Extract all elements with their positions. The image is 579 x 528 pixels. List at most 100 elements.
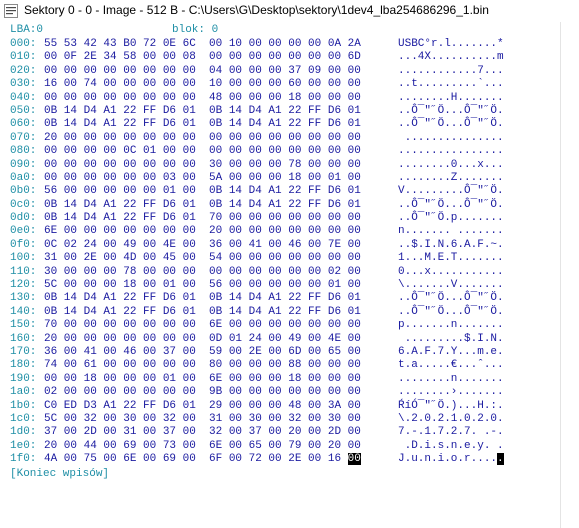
row-hex-bytes[interactable]: 31 00 2E 00 4D 00 45 00 54 00 00 00 00 0… xyxy=(44,252,361,265)
ascii-text[interactable]: ........n....... xyxy=(398,373,504,385)
row-hex-bytes[interactable]: 6E 00 00 00 00 00 00 00 20 00 00 00 00 0… xyxy=(44,225,361,238)
hex-bytes-text[interactable]: 16 00 74 00 00 00 00 00 10 00 00 00 60 0… xyxy=(44,78,361,90)
row-ascii[interactable]: ........H....... xyxy=(398,92,504,105)
hex-bytes-text[interactable]: 37 00 2D 00 31 00 37 00 32 00 37 00 20 0… xyxy=(44,426,361,438)
ascii-text[interactable]: n....... ....... xyxy=(398,225,504,237)
ascii-text[interactable]: ............... xyxy=(398,132,504,144)
ascii-text[interactable]: ............7... xyxy=(398,65,504,77)
row-hex-bytes[interactable]: 20 00 00 00 00 00 00 00 00 00 00 00 00 0… xyxy=(44,132,361,145)
row-hex-bytes[interactable]: 30 00 00 00 78 00 00 00 00 00 00 00 00 0… xyxy=(44,266,361,279)
hex-bytes-text[interactable]: 55 53 42 43 B0 72 0E 6C 00 10 00 00 00 0… xyxy=(44,38,361,50)
hex-bytes-text[interactable]: 20 00 00 00 00 00 00 00 0D 01 24 00 49 0… xyxy=(44,333,361,345)
ascii-text[interactable]: ..Ô¯"˝Ö.p....... xyxy=(398,212,504,224)
ascii-text[interactable]: .D.i.s.n.e.y. . xyxy=(398,440,504,452)
row-ascii[interactable]: ..Ô¯"˝Ö...Ô¯"˝Ö. xyxy=(398,292,504,305)
hex-bytes-text[interactable]: 0B 14 D4 A1 22 FF D6 01 0B 14 D4 A1 22 F… xyxy=(44,306,361,318)
ascii-text[interactable]: ..Ô¯"˝Ö...Ô¯"˝Ö. xyxy=(398,105,504,117)
ascii-text[interactable]: ŔíÓ¯"˝Ö.)...H.:. xyxy=(398,400,504,412)
ascii-text[interactable]: ........H....... xyxy=(398,92,504,104)
row-ascii[interactable]: ........Z....... xyxy=(398,172,504,185)
hex-bytes-text[interactable]: 70 00 00 00 00 00 00 00 6E 00 00 00 00 0… xyxy=(44,319,361,331)
hex-bytes-text[interactable]: 36 00 41 00 46 00 37 00 59 00 2E 00 6D 0… xyxy=(44,346,361,358)
ascii-text[interactable]: ..Ô¯"˝Ö...Ô¯"˝Ö. xyxy=(398,118,504,130)
row-ascii[interactable]: .D.i.s.n.e.y. . xyxy=(398,440,504,453)
row-ascii[interactable]: ..Ô¯"˝Ö...Ô¯"˝Ö. xyxy=(398,306,504,319)
hex-bytes-text[interactable]: 20 00 00 00 00 00 00 00 00 00 00 00 00 0… xyxy=(44,132,361,144)
hex-bytes-text[interactable]: 00 00 18 00 00 00 01 00 6E 00 00 00 18 0… xyxy=(44,373,361,385)
hex-bytes-text[interactable]: 0B 14 D4 A1 22 FF D6 01 70 00 00 00 00 0… xyxy=(44,212,361,224)
selected-ascii-char[interactable]: . xyxy=(497,453,504,466)
ascii-text[interactable]: .........$.I.N. xyxy=(398,333,504,345)
ascii-text[interactable]: ..$.I.N.6.A.F.~. xyxy=(398,239,504,251)
hex-bytes-text[interactable]: 02 00 00 00 00 00 00 00 9B 00 00 00 00 0… xyxy=(44,386,361,398)
ascii-text[interactable]: ........0...x... xyxy=(398,159,504,171)
hex-viewer[interactable]: LBA:0 blok: 0 000: 55 53 42 43 B0 72 0E 6… xyxy=(0,22,579,528)
ascii-text[interactable]: USBC°r.l.......* xyxy=(398,38,504,50)
hex-bytes-text[interactable]: 00 00 00 00 00 00 00 00 04 00 00 00 37 0… xyxy=(44,65,361,77)
row-hex-bytes[interactable]: 4A 00 75 00 6E 00 69 00 6F 00 72 00 2E 0… xyxy=(44,453,361,466)
row-hex-bytes[interactable]: 56 00 00 00 00 00 01 00 0B 14 D4 A1 22 F… xyxy=(44,185,361,198)
hex-bytes-text[interactable]: 31 00 2E 00 4D 00 45 00 54 00 00 00 00 0… xyxy=(44,252,361,264)
row-ascii[interactable]: ............7... xyxy=(398,65,504,78)
hex-bytes-text[interactable]: 56 00 00 00 00 00 01 00 0B 14 D4 A1 22 F… xyxy=(44,185,361,197)
hex-bytes-text[interactable]: 5C 00 00 00 18 00 01 00 56 00 00 00 00 0… xyxy=(44,279,361,291)
ascii-text[interactable]: ..Ô¯"˝Ö...Ô¯"˝Ö. xyxy=(398,292,504,304)
row-ascii[interactable]: ............... xyxy=(398,132,504,145)
row-hex-bytes[interactable]: 55 53 42 43 B0 72 0E 6C 00 10 00 00 00 0… xyxy=(44,38,361,51)
row-ascii[interactable]: J.u.n.i.o.r..... xyxy=(398,453,504,466)
row-ascii[interactable]: ..t.........`... xyxy=(398,78,504,91)
selected-hex-byte[interactable]: 00 xyxy=(347,453,361,466)
row-ascii[interactable]: .........$.I.N. xyxy=(398,333,504,346)
row-hex-bytes[interactable]: 70 00 00 00 00 00 00 00 6E 00 00 00 00 0… xyxy=(44,319,361,332)
hex-bytes-text[interactable]: 0B 14 D4 A1 22 FF D6 01 0B 14 D4 A1 22 F… xyxy=(44,292,361,304)
ascii-text[interactable]: J.u.n.i.o.r.... xyxy=(398,453,497,465)
row-hex-bytes[interactable]: 0B 14 D4 A1 22 FF D6 01 70 00 00 00 00 0… xyxy=(44,212,361,225)
row-hex-bytes[interactable]: 37 00 2D 00 31 00 37 00 32 00 37 00 20 0… xyxy=(44,426,361,439)
row-ascii[interactable]: n....... ....... xyxy=(398,225,504,238)
hex-bytes-text[interactable]: 5C 00 32 00 30 00 32 00 31 00 30 00 32 0… xyxy=(44,413,361,425)
row-ascii[interactable]: 0...x........... xyxy=(398,266,504,279)
hex-bytes-text[interactable]: 0B 14 D4 A1 22 FF D6 01 0B 14 D4 A1 22 F… xyxy=(44,118,361,130)
row-ascii[interactable]: t.a.....€...ˆ... xyxy=(398,359,504,372)
hex-bytes-text[interactable]: 00 00 00 00 00 00 03 00 5A 00 00 00 18 0… xyxy=(44,172,361,184)
row-ascii[interactable]: ..Ô¯"˝Ö...Ô¯"˝Ö. xyxy=(398,118,504,131)
row-ascii[interactable]: ..Ô¯"˝Ö...Ô¯"˝Ö. xyxy=(398,105,504,118)
row-hex-bytes[interactable]: 00 00 00 00 00 00 00 00 04 00 00 00 37 0… xyxy=(44,65,361,78)
row-ascii[interactable]: ..Ô¯"˝Ö...Ô¯"˝Ö. xyxy=(398,199,504,212)
row-hex-bytes[interactable]: 20 00 00 00 00 00 00 00 0D 01 24 00 49 0… xyxy=(44,333,361,346)
row-ascii[interactable]: V.........Ô¯"˝Ö. xyxy=(398,185,504,198)
row-hex-bytes[interactable]: 02 00 00 00 00 00 00 00 9B 00 00 00 00 0… xyxy=(44,386,361,399)
hex-bytes-text[interactable]: 4A 00 75 00 6E 00 69 00 6F 00 72 00 2E 0… xyxy=(44,453,348,465)
ascii-text[interactable]: p.......n....... xyxy=(398,319,504,331)
ascii-text[interactable]: ........›....... xyxy=(398,386,504,398)
row-hex-bytes[interactable]: 16 00 74 00 00 00 00 00 10 00 00 00 60 0… xyxy=(44,78,361,91)
hex-bytes-text[interactable]: 00 00 00 00 00 00 00 00 48 00 00 00 18 0… xyxy=(44,92,361,104)
hex-bytes-text[interactable]: 20 00 44 00 69 00 73 00 6E 00 65 00 79 0… xyxy=(44,440,361,452)
ascii-text[interactable]: ..Ô¯"˝Ö...Ô¯"˝Ö. xyxy=(398,306,504,318)
ascii-text[interactable]: \.2.0.2.1.0.2.0. xyxy=(398,413,504,425)
row-ascii[interactable]: ........n....... xyxy=(398,373,504,386)
ascii-text[interactable]: V.........Ô¯"˝Ö. xyxy=(398,185,504,197)
hex-bytes-text[interactable]: 0C 02 24 00 49 00 4E 00 36 00 41 00 46 0… xyxy=(44,239,361,251)
hex-bytes-text[interactable]: 00 0F 2E 34 58 00 00 08 00 00 00 00 00 0… xyxy=(44,51,361,63)
ascii-text[interactable]: 1...M.E.T....... xyxy=(398,252,504,264)
ascii-text[interactable]: t.a.....€...ˆ... xyxy=(398,359,504,371)
row-ascii[interactable]: \.2.0.2.1.0.2.0. xyxy=(398,413,504,426)
row-hex-bytes[interactable]: 0B 14 D4 A1 22 FF D6 01 0B 14 D4 A1 22 F… xyxy=(44,118,361,131)
row-hex-bytes[interactable]: 00 00 00 00 00 00 00 00 30 00 00 00 78 0… xyxy=(44,159,361,172)
row-hex-bytes[interactable]: 0B 14 D4 A1 22 FF D6 01 0B 14 D4 A1 22 F… xyxy=(44,199,361,212)
ascii-text[interactable]: ........Z....... xyxy=(398,172,504,184)
hex-bytes-text[interactable]: 0B 14 D4 A1 22 FF D6 01 0B 14 D4 A1 22 F… xyxy=(44,199,361,211)
row-hex-bytes[interactable]: 00 00 00 00 0C 01 00 00 00 00 00 00 00 0… xyxy=(44,145,361,158)
hex-bytes-text[interactable]: 6E 00 00 00 00 00 00 00 20 00 00 00 00 0… xyxy=(44,225,361,237)
hex-bytes-text[interactable]: 00 00 00 00 0C 01 00 00 00 00 00 00 00 0… xyxy=(44,145,361,157)
row-ascii[interactable]: ................ xyxy=(398,145,504,158)
row-ascii[interactable]: ........0...x... xyxy=(398,159,504,172)
row-ascii[interactable]: ..Ô¯"˝Ö.p....... xyxy=(398,212,504,225)
row-ascii[interactable]: USBC°r.l.......* xyxy=(398,38,504,51)
row-hex-bytes[interactable]: C0 ED D3 A1 22 FF D6 01 29 00 00 00 48 0… xyxy=(44,400,361,413)
row-hex-bytes[interactable]: 00 0F 2E 34 58 00 00 08 00 00 00 00 00 0… xyxy=(44,51,361,64)
hex-bytes-text[interactable]: 0B 14 D4 A1 22 FF D6 01 0B 14 D4 A1 22 F… xyxy=(44,105,361,117)
row-hex-bytes[interactable]: 74 00 61 00 00 00 00 00 80 00 00 00 88 0… xyxy=(44,359,361,372)
row-ascii[interactable]: ŔíÓ¯"˝Ö.)...H.:. xyxy=(398,400,504,413)
